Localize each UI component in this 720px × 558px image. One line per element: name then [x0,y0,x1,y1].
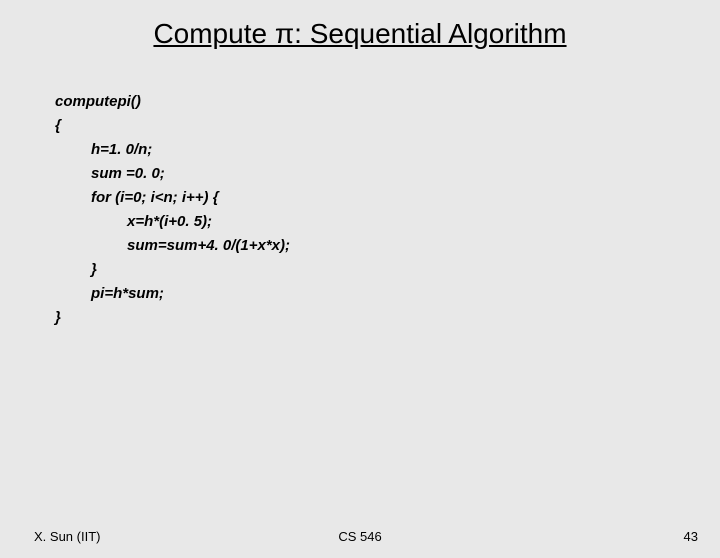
code-line: x=h*(i+0. 5); [55,210,720,234]
code-line: } [55,306,720,330]
code-line: computepi() [55,90,720,114]
code-line: h=1. 0/n; [55,138,720,162]
code-line: sum =0. 0; [55,162,720,186]
footer-author: X. Sun (IIT) [34,529,100,544]
slide-title: Compute π: Sequential Algorithm [0,18,720,50]
footer-course: CS 546 [338,529,381,544]
code-block: computepi() { h=1. 0/n; sum =0. 0; for (… [55,90,720,330]
code-line: } [55,258,720,282]
code-line: for (i=0; i<n; i++) { [55,186,720,210]
code-line: sum=sum+4. 0/(1+x*x); [55,234,720,258]
code-line: pi=h*sum; [55,282,720,306]
footer-page-number: 43 [684,529,698,544]
code-line: { [55,114,720,138]
